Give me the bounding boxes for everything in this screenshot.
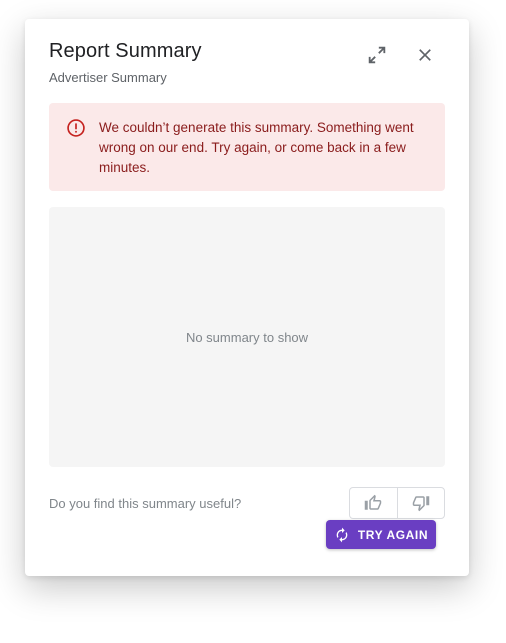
thumbs-down-icon [412,496,429,512]
feedback-buttons [349,487,445,519]
expand-button[interactable] [365,43,389,67]
error-icon [67,119,85,137]
refresh-icon [336,527,348,542]
expand-icon [368,46,386,64]
thumbs-down-button[interactable] [396,488,445,518]
thumbs-up-button[interactable] [350,488,397,518]
error-message: We couldn’t generate this summary. Somet… [99,120,414,175]
error-banner: We couldn’t generate this summary. Somet… [49,103,445,191]
dialog-title: Report Summary [49,40,202,62]
empty-summary-text: No summary to show [185,329,309,345]
close-button[interactable] [413,43,437,67]
summary-content-area: No summary to show [49,207,445,467]
close-icon [419,49,431,61]
try-again-label: TRY AGAIN [357,527,429,542]
try-again-button[interactable]: TRY AGAIN [326,520,436,549]
dialog-subtitle: Advertiser Summary [49,70,167,85]
thumbs-up-icon [365,494,382,510]
report-summary-dialog: Report Summary Advertiser Summary We cou… [25,19,469,576]
feedback-question: Do you find this summary useful? [49,496,242,511]
